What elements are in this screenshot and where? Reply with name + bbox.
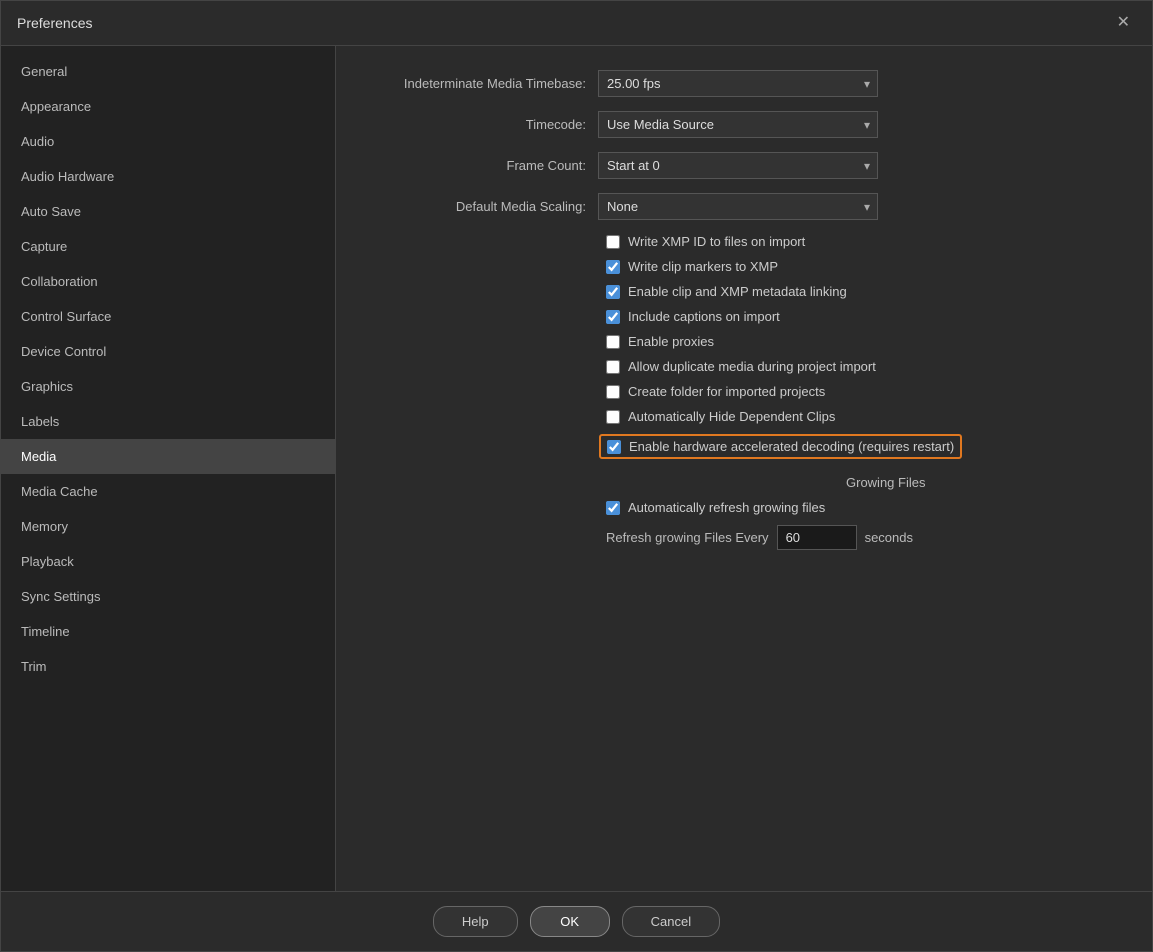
auto-hide-dependent-checkbox[interactable] — [606, 410, 620, 424]
allow-duplicate-row: Allow duplicate media during project imp… — [606, 359, 1122, 374]
create-folder-row: Create folder for imported projects — [606, 384, 1122, 399]
allow-duplicate-label: Allow duplicate media during project imp… — [628, 359, 876, 374]
sidebar-item-control-surface[interactable]: Control Surface — [1, 299, 335, 334]
frame-count-select-wrapper: Start at 0 Start at 1 Timecode Conversio… — [598, 152, 878, 179]
enable-proxies-row: Enable proxies — [606, 334, 1122, 349]
timebase-row: Indeterminate Media Timebase: 23.976 fps… — [366, 70, 1122, 97]
ok-button[interactable]: OK — [530, 906, 610, 937]
enable-clip-xmp-label: Enable clip and XMP metadata linking — [628, 284, 847, 299]
sidebar-item-device-control[interactable]: Device Control — [1, 334, 335, 369]
content-area: General Appearance Audio Audio Hardware … — [1, 46, 1152, 891]
sidebar-item-audio-hardware[interactable]: Audio Hardware — [1, 159, 335, 194]
create-folder-label: Create folder for imported projects — [628, 384, 825, 399]
cancel-button[interactable]: Cancel — [622, 906, 720, 937]
sidebar-item-playback[interactable]: Playback — [1, 544, 335, 579]
sidebar-item-auto-save[interactable]: Auto Save — [1, 194, 335, 229]
media-scaling-select-wrapper: None Set to Frame Size Set to Frame Size… — [598, 193, 878, 220]
sidebar-item-sync-settings[interactable]: Sync Settings — [1, 579, 335, 614]
sidebar-item-trim[interactable]: Trim — [1, 649, 335, 684]
auto-refresh-checkbox[interactable] — [606, 501, 620, 515]
write-clip-markers-row: Write clip markers to XMP — [606, 259, 1122, 274]
sidebar-item-capture[interactable]: Capture — [1, 229, 335, 264]
timecode-select[interactable]: Use Media Source Generate — [598, 111, 878, 138]
timebase-label: Indeterminate Media Timebase: — [366, 76, 586, 91]
frame-count-label: Frame Count: — [366, 158, 586, 173]
refresh-interval-unit: seconds — [865, 530, 913, 545]
refresh-interval-label: Refresh growing Files Every — [606, 530, 769, 545]
enable-proxies-checkbox[interactable] — [606, 335, 620, 349]
bottom-bar: Help OK Cancel — [1, 891, 1152, 951]
write-xmp-id-label: Write XMP ID to files on import — [628, 234, 805, 249]
main-content: Indeterminate Media Timebase: 23.976 fps… — [336, 46, 1152, 891]
write-clip-markers-checkbox[interactable] — [606, 260, 620, 274]
include-captions-row: Include captions on import — [606, 309, 1122, 324]
timecode-label: Timecode: — [366, 117, 586, 132]
media-scaling-label: Default Media Scaling: — [366, 199, 586, 214]
sidebar-item-general[interactable]: General — [1, 54, 335, 89]
hardware-decoding-row: Enable hardware accelerated decoding (re… — [599, 434, 962, 459]
sidebar-item-audio[interactable]: Audio — [1, 124, 335, 159]
sidebar-item-memory[interactable]: Memory — [1, 509, 335, 544]
auto-hide-dependent-row: Automatically Hide Dependent Clips — [606, 409, 1122, 424]
hardware-decoding-checkbox[interactable] — [607, 440, 621, 454]
media-scaling-row: Default Media Scaling: None Set to Frame… — [366, 193, 1122, 220]
refresh-interval-row: Refresh growing Files Every seconds — [606, 525, 1122, 550]
dialog-title: Preferences — [17, 15, 92, 31]
hardware-decoding-label: Enable hardware accelerated decoding (re… — [629, 439, 954, 454]
write-xmp-id-checkbox[interactable] — [606, 235, 620, 249]
auto-refresh-label: Automatically refresh growing files — [628, 500, 825, 515]
include-captions-label: Include captions on import — [628, 309, 780, 324]
help-button[interactable]: Help — [433, 906, 518, 937]
sidebar-item-labels[interactable]: Labels — [1, 404, 335, 439]
enable-clip-xmp-checkbox[interactable] — [606, 285, 620, 299]
sidebar-item-media[interactable]: Media — [1, 439, 335, 474]
auto-hide-dependent-label: Automatically Hide Dependent Clips — [628, 409, 835, 424]
sidebar-item-media-cache[interactable]: Media Cache — [1, 474, 335, 509]
write-clip-markers-label: Write clip markers to XMP — [628, 259, 778, 274]
refresh-interval-input[interactable] — [777, 525, 857, 550]
sidebar-item-timeline[interactable]: Timeline — [1, 614, 335, 649]
preferences-dialog: Preferences ✕ General Appearance Audio A… — [0, 0, 1153, 952]
write-xmp-id-row: Write XMP ID to files on import — [606, 234, 1122, 249]
frame-count-row: Frame Count: Start at 0 Start at 1 Timec… — [366, 152, 1122, 179]
media-scaling-select[interactable]: None Set to Frame Size Set to Frame Size… — [598, 193, 878, 220]
growing-files-header: Growing Files — [846, 475, 1122, 490]
enable-proxies-label: Enable proxies — [628, 334, 714, 349]
sidebar-item-graphics[interactable]: Graphics — [1, 369, 335, 404]
growing-files-section: Growing Files Automatically refresh grow… — [606, 475, 1122, 550]
timebase-select[interactable]: 23.976 fps 24 fps 25.00 fps 29.97 fps 30… — [598, 70, 878, 97]
allow-duplicate-checkbox[interactable] — [606, 360, 620, 374]
sidebar-item-collaboration[interactable]: Collaboration — [1, 264, 335, 299]
sidebar: General Appearance Audio Audio Hardware … — [1, 46, 336, 891]
auto-refresh-row: Automatically refresh growing files — [606, 500, 1122, 515]
sidebar-item-appearance[interactable]: Appearance — [1, 89, 335, 124]
frame-count-select[interactable]: Start at 0 Start at 1 Timecode Conversio… — [598, 152, 878, 179]
timecode-row: Timecode: Use Media Source Generate — [366, 111, 1122, 138]
create-folder-checkbox[interactable] — [606, 385, 620, 399]
include-captions-checkbox[interactable] — [606, 310, 620, 324]
title-bar: Preferences ✕ — [1, 1, 1152, 46]
enable-clip-xmp-row: Enable clip and XMP metadata linking — [606, 284, 1122, 299]
timebase-select-wrapper: 23.976 fps 24 fps 25.00 fps 29.97 fps 30… — [598, 70, 878, 97]
close-button[interactable]: ✕ — [1111, 13, 1136, 33]
timecode-select-wrapper: Use Media Source Generate — [598, 111, 878, 138]
